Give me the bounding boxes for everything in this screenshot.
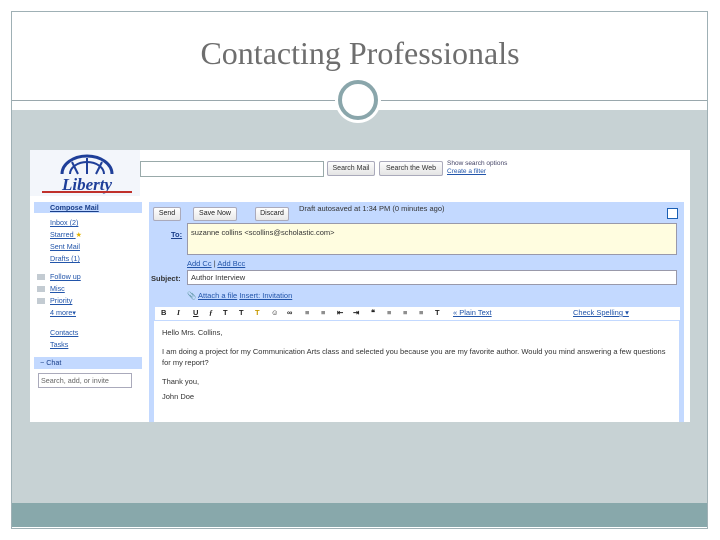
discard-button[interactable]: Discard — [255, 207, 289, 221]
numbered-list-icon[interactable]: ≡ — [305, 308, 309, 317]
link-icon[interactable]: ∞ — [287, 308, 292, 317]
labels-more-link[interactable]: 4 more▾ — [34, 307, 144, 319]
email-screenshot: Liberty Search Mail Search the Web Show … — [30, 150, 690, 422]
save-now-button[interactable]: Save Now — [193, 207, 237, 221]
plain-text-link[interactable]: « Plain Text — [453, 308, 492, 317]
to-field[interactable]: suzanne collins <scollins@scholastic.com… — [187, 223, 677, 255]
slide-title: Contacting Professionals — [200, 35, 520, 71]
cc-bcc-links: Add Cc | Add Bcc — [187, 259, 245, 268]
highlight-icon[interactable]: T — [255, 308, 260, 317]
chat-search-input[interactable]: Search, add, or invite — [38, 373, 132, 388]
formatting-toolbar: B I U ƒ T T T ☺ ∞ ≡ ≡ ⇤ ⇥ ❝ ≡ ≡ ≡ T « Pl… — [154, 306, 681, 321]
label-follow-up[interactable]: Follow up — [34, 271, 144, 283]
liberty-logo-icon: Liberty — [42, 154, 132, 194]
font-icon[interactable]: ƒ — [209, 308, 213, 317]
italic-icon[interactable]: I — [177, 308, 180, 317]
text-color-icon[interactable]: T — [239, 308, 244, 317]
add-cc-link[interactable]: Add Cc — [187, 259, 212, 268]
send-button[interactable]: Send — [153, 207, 181, 221]
body-signature: John Doe — [162, 392, 195, 401]
indent-more-icon[interactable]: ⇥ — [353, 308, 359, 317]
sidebar-item-sent[interactable]: Sent Mail — [34, 241, 144, 253]
title-rule-right — [378, 100, 707, 101]
search-mail-button[interactable]: Search Mail — [327, 161, 375, 176]
underline-icon[interactable]: U — [193, 308, 198, 317]
emoticon-icon[interactable]: ☺ — [271, 308, 279, 317]
search-links: Show search options Create a filter — [447, 160, 507, 176]
label-misc[interactable]: Misc — [34, 283, 144, 295]
footer-band — [12, 503, 707, 527]
bold-icon[interactable]: B — [161, 308, 166, 317]
compose-pane: Send Save Now Discard Draft autosaved at… — [149, 202, 684, 422]
sidebar-item-inbox[interactable]: Inbox (2) — [34, 217, 144, 229]
compose-mail-link[interactable]: Compose Mail — [34, 202, 142, 213]
remove-formatting-icon[interactable]: T — [435, 308, 440, 317]
insert-invitation-link[interactable]: Insert: Invitation — [239, 291, 292, 300]
create-filter-link[interactable]: Create a filter — [447, 168, 507, 176]
decorative-ring-icon — [338, 80, 378, 120]
title-rule-left — [12, 100, 338, 101]
font-size-icon[interactable]: T — [223, 308, 228, 317]
paperclip-icon: 📎 — [187, 291, 197, 300]
tasks-link[interactable]: Tasks — [34, 339, 144, 351]
bulleted-list-icon[interactable]: ≡ — [321, 308, 325, 317]
cc-bcc-separator: | — [213, 259, 216, 268]
chat-header[interactable]: − Chat — [34, 357, 142, 369]
check-spelling-link[interactable]: Check Spelling ▾ — [573, 308, 629, 317]
body-thanks: Thank you, — [162, 377, 200, 386]
draft-status: Draft autosaved at 1:34 PM (0 minutes ag… — [299, 204, 445, 213]
subject-label: Subject: — [151, 274, 181, 283]
sidebar-item-drafts[interactable]: Drafts (1) — [34, 253, 144, 265]
contacts-link[interactable]: Contacts — [34, 327, 144, 339]
indent-less-icon[interactable]: ⇤ — [337, 308, 343, 317]
show-search-options-link[interactable]: Show search options — [447, 160, 507, 168]
add-bcc-link[interactable]: Add Bcc — [217, 259, 245, 268]
label-priority[interactable]: Priority — [34, 295, 144, 307]
star-icon: ★ — [75, 230, 83, 239]
align-center-icon[interactable]: ≡ — [403, 308, 407, 317]
align-left-icon[interactable]: ≡ — [387, 308, 391, 317]
attach-row: 📎 Attach a file Insert: Invitation — [187, 291, 292, 300]
mail-search-input[interactable] — [140, 161, 324, 177]
sidebar-item-label: Starred — [50, 230, 74, 239]
body-paragraph: I am doing a project for my Communicatio… — [162, 347, 666, 367]
align-right-icon[interactable]: ≡ — [419, 308, 423, 317]
search-web-button[interactable]: Search the Web — [379, 161, 443, 176]
to-label[interactable]: To: — [171, 230, 182, 239]
quote-icon[interactable]: ❝ — [371, 308, 375, 317]
message-body[interactable]: Hello Mrs. Collins, I am doing a project… — [154, 321, 679, 422]
attach-file-link[interactable]: Attach a file — [198, 291, 237, 300]
body-greeting: Hello Mrs. Collins, — [162, 328, 223, 337]
mail-header: Liberty Search Mail Search the Web Show … — [30, 150, 690, 198]
pop-out-icon[interactable] — [667, 208, 678, 219]
subject-field[interactable]: Author Interview — [187, 270, 677, 285]
sidebar-item-starred[interactable]: Starred ★ — [34, 229, 144, 241]
mail-sidebar: Compose Mail Inbox (2) Starred ★ Sent Ma… — [34, 202, 144, 388]
